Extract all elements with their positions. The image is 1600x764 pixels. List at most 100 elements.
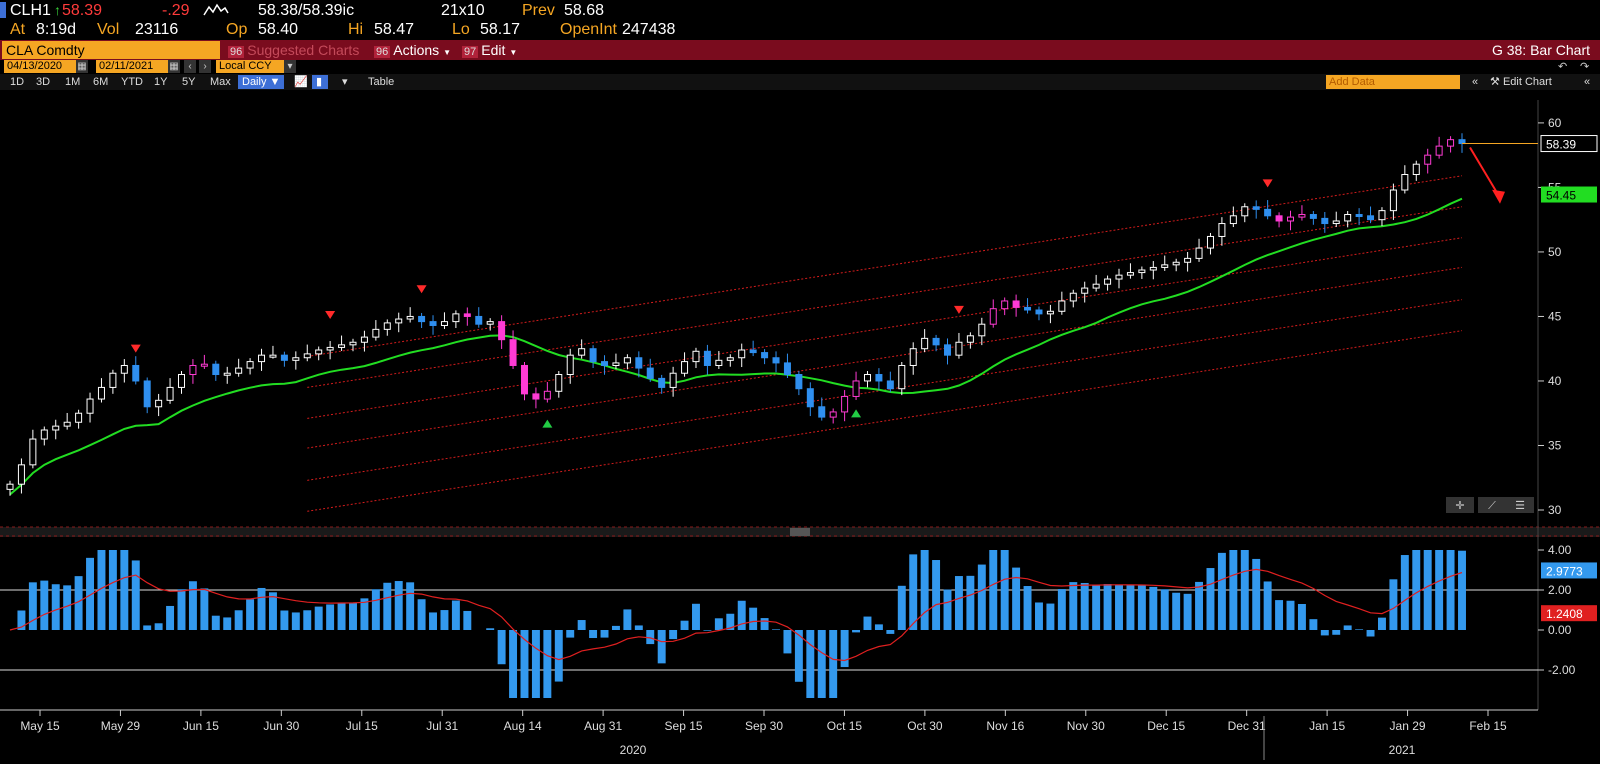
candle-body [1252, 206, 1260, 210]
candle-body [1389, 189, 1397, 212]
histogram-bar [909, 554, 918, 630]
period-6m[interactable]: 6M [89, 75, 112, 89]
year-label: 2021 [1389, 743, 1416, 757]
actions-label: Actions [393, 42, 440, 58]
menu-bar: CLA Comdty 96 Suggested Charts 96 Actions ▼… [0, 40, 1600, 60]
candle-body [761, 352, 769, 359]
prev-range-icon[interactable]: ‹ [184, 60, 196, 73]
security-field[interactable]: CLA Comdty [2, 41, 220, 59]
candle-body [1069, 292, 1077, 302]
histogram-bar [680, 620, 689, 630]
histogram-bar [108, 550, 117, 630]
candle-body [1435, 145, 1443, 156]
calendar-icon[interactable]: ▦ [76, 60, 88, 73]
sparkline-icon[interactable] [203, 2, 229, 23]
candle-body [258, 354, 266, 363]
chevron-down-icon: ▼ [509, 48, 518, 57]
last-price-tag-label: 58.39 [1546, 138, 1576, 152]
period-1m[interactable]: 1M [61, 75, 84, 89]
period-3d[interactable]: 3D [32, 75, 54, 89]
last-price: 58.39 [62, 2, 103, 19]
candle-body [292, 357, 300, 361]
prev-label: Prev [522, 2, 555, 19]
volume: 23116 [135, 21, 179, 38]
histogram-bar [200, 588, 209, 630]
x-tick-label: Oct 15 [827, 719, 863, 733]
histogram-bar [989, 550, 998, 630]
edit-chart-button[interactable]: ⚒ Edit Chart [1490, 75, 1552, 89]
candle-body [829, 411, 837, 418]
candle-body [1264, 208, 1272, 217]
x-tick-label: Jul 31 [426, 719, 458, 733]
line-chart-icon[interactable]: 📈 [290, 75, 312, 89]
expand-icon[interactable]: « [1580, 75, 1594, 89]
undo-icon[interactable]: ↶ [1558, 60, 1567, 73]
histogram-bar [1092, 584, 1101, 630]
edit-menu[interactable]: 97 Edit ▼ [458, 41, 521, 59]
start-date-input[interactable]: 04/13/2020 [4, 60, 76, 73]
histogram-bar [589, 630, 598, 639]
sell-signal-icon [325, 311, 336, 320]
histogram-bar [314, 606, 323, 630]
x-tick-label: May 29 [101, 719, 141, 733]
bid-ask-suffix: ic [342, 2, 355, 19]
histogram-bar [1046, 603, 1055, 630]
candle-body [383, 322, 391, 330]
period-1y[interactable]: 1Y [150, 75, 171, 89]
histogram-bar [703, 630, 712, 631]
candle-body [52, 425, 60, 431]
candle-body [875, 374, 883, 382]
chevron-down-icon[interactable]: ▾ [284, 60, 296, 73]
candle-body [669, 372, 677, 388]
candle-body [200, 363, 208, 367]
redo-icon[interactable]: ↷ [1580, 60, 1589, 73]
channel-line [307, 175, 1463, 357]
add-data-input[interactable]: Add Data [1326, 75, 1460, 89]
candle-body [406, 315, 414, 320]
candle-body [783, 362, 791, 376]
collapse-icon[interactable]: « [1468, 75, 1482, 89]
period-max[interactable]: Max [206, 75, 235, 89]
candle-body [303, 353, 311, 359]
histogram-bar [1035, 602, 1043, 630]
ticker[interactable]: CLH1 [10, 2, 51, 20]
suggested-charts-menu[interactable]: 96 Suggested Charts [224, 41, 363, 59]
histogram-bar [1069, 582, 1078, 630]
candle-body [978, 323, 986, 337]
currency-select[interactable]: Local CCY [216, 60, 286, 73]
histogram-bar [897, 585, 906, 630]
prev-close: 58.68 [564, 2, 605, 19]
edit-label: Edit [481, 42, 506, 58]
histogram-bar [1206, 568, 1215, 630]
period-1d[interactable]: 1D [6, 75, 28, 89]
histogram-bar [886, 630, 895, 634]
histogram-bar [486, 628, 495, 630]
actions-menu[interactable]: 96 Actions ▼ [370, 41, 455, 59]
histogram-bar [977, 564, 986, 630]
histogram-bar [611, 625, 620, 630]
calendar-icon[interactable]: ▦ [168, 60, 180, 73]
histogram-bar [852, 630, 861, 633]
candle-body [1001, 300, 1009, 310]
bid-ask: 58.38/58.39ic [258, 2, 354, 20]
next-range-icon[interactable]: › [199, 60, 211, 73]
candle-body [852, 380, 860, 397]
period-ytd[interactable]: YTD [117, 75, 147, 89]
candle-body [715, 359, 723, 366]
table-button[interactable]: Table [364, 75, 398, 89]
histogram-bar [429, 612, 437, 630]
chevron-down-icon[interactable]: ▾ [338, 75, 352, 89]
end-date-input[interactable]: 02/11/2021 [96, 60, 168, 73]
bar-chart-icon[interactable]: ▮ [312, 75, 328, 89]
y-tick-label: 45 [1548, 309, 1562, 323]
frequency-select[interactable]: Daily ▼ [238, 75, 285, 89]
price-chart[interactable]: ✛⟋☰ 6055504540353058.3954.454.002.000.00… [0, 90, 1600, 764]
x-tick-label: Dec 15 [1147, 719, 1185, 733]
histogram-bar [188, 581, 197, 630]
candle-body [578, 348, 586, 356]
histogram-bar [120, 550, 129, 630]
histogram-bar [268, 592, 277, 630]
candle-body [372, 328, 380, 338]
period-5y[interactable]: 5Y [178, 75, 199, 89]
histogram-bar [1400, 555, 1409, 630]
